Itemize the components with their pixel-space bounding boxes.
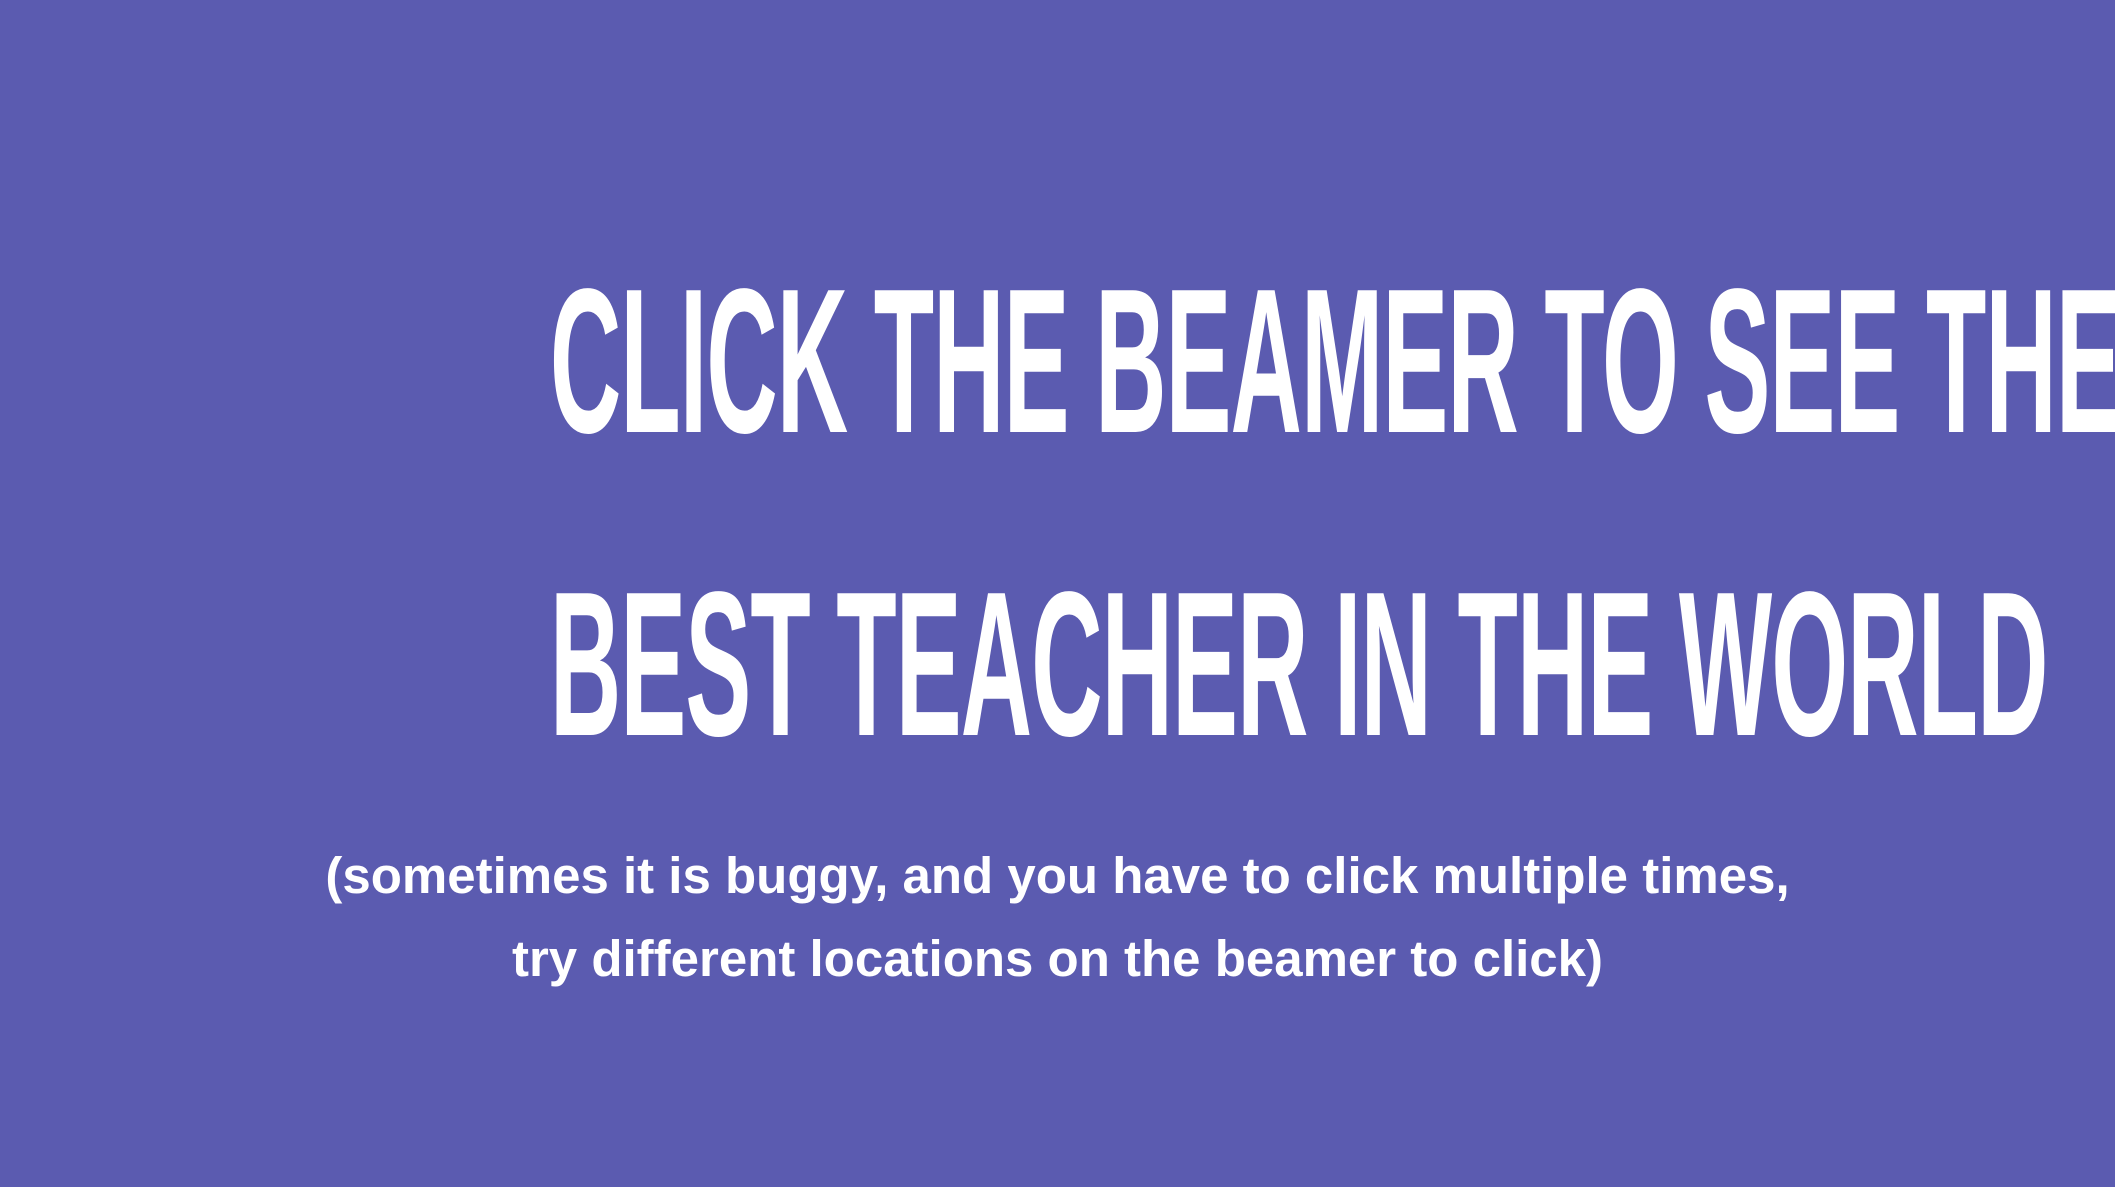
instruction-note-line-2: try different locations on the beamer to… <box>511 930 1604 987</box>
instruction-note-line-1: (sometimes it is buggy, and you have to … <box>325 847 1790 904</box>
headline-line-2: BEST TEACHER IN THE WORLD <box>549 549 2049 779</box>
headline-line-1: CLICK THE BEAMER TO SEE THE <box>549 246 2115 476</box>
slide-canvas[interactable]: CLICK THE BEAMER TO SEE THE BEST TEACHER… <box>0 0 2115 1187</box>
